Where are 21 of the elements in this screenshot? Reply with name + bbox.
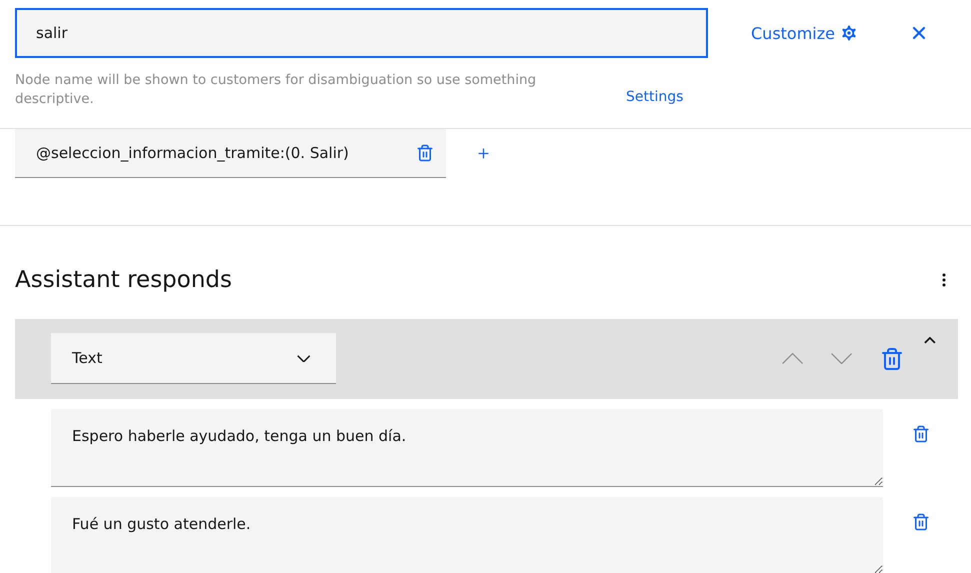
response-type-select[interactable]: Text bbox=[51, 333, 336, 384]
delete-button[interactable] bbox=[912, 512, 930, 531]
chevron-down-icon bbox=[831, 353, 852, 364]
caret-icon bbox=[296, 354, 310, 362]
delete-button[interactable] bbox=[416, 144, 434, 162]
chevron-up-icon bbox=[782, 353, 804, 364]
node-name-field[interactable]: salir bbox=[15, 8, 708, 58]
response-field[interactable]: Espero haberle ayudado, tenga un buen día. bbox=[51, 408, 883, 487]
delete-button[interactable] bbox=[912, 424, 930, 443]
settings-link[interactable]: Settings bbox=[626, 88, 684, 105]
overflow-icon bbox=[942, 272, 946, 287]
collapse-button[interactable] bbox=[924, 336, 936, 344]
section-heading: Assistant responds bbox=[15, 266, 232, 293]
add-button[interactable] bbox=[476, 146, 491, 162]
delete-button[interactable] bbox=[880, 346, 904, 371]
condition-field[interactable]: @seleccion_informacion_tramite:(0. Salir) bbox=[15, 129, 446, 178]
helper-text: Node name will be shown to customers for disambiguation so use something descriptive. bbox=[15, 71, 538, 109]
customize-link[interactable]: Customize bbox=[751, 23, 859, 43]
response-field[interactable]: Fué un gusto atenderle. bbox=[51, 496, 883, 573]
overflow-menu-button[interactable] bbox=[942, 272, 946, 287]
chevron-up-icon bbox=[924, 336, 936, 344]
